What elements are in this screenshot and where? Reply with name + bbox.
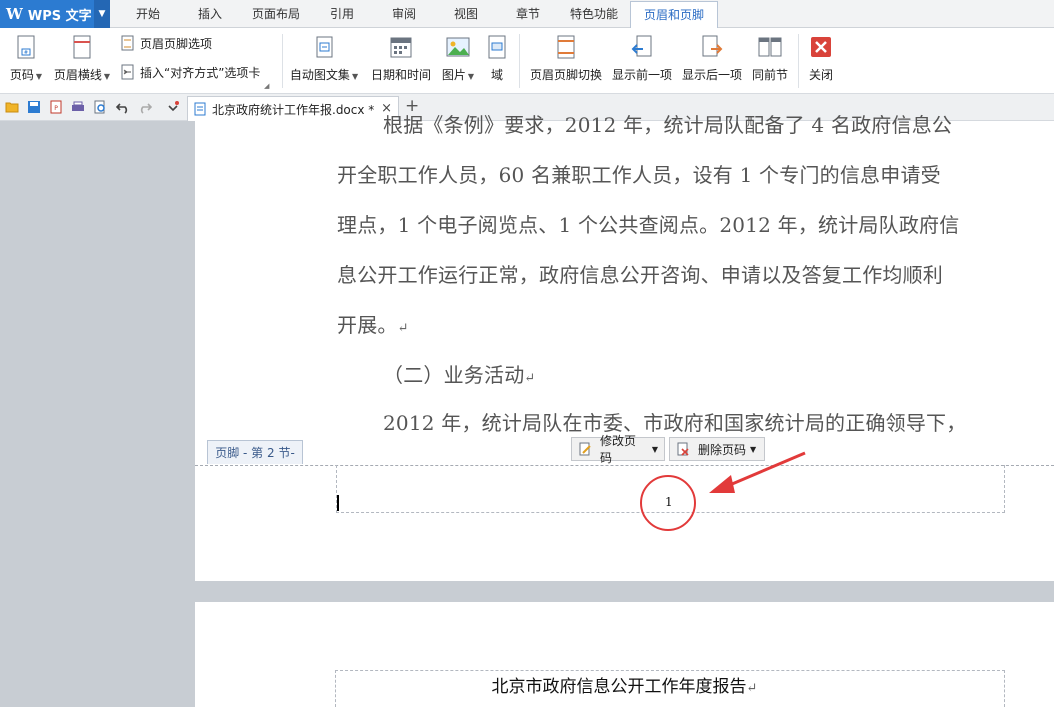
calendar-icon bbox=[390, 37, 412, 58]
switch-header-footer-button[interactable]: 页眉页脚切换 bbox=[528, 32, 604, 90]
ribbon-divider bbox=[282, 34, 283, 88]
next-icon bbox=[702, 35, 723, 57]
paragraph-line[interactable]: 开全职工作人员，60 名兼职工作人员，设有 1 个专门的信息申请受 bbox=[337, 159, 941, 188]
document-icon bbox=[194, 102, 206, 116]
switch-header-footer-icon bbox=[557, 35, 575, 59]
show-previous-button[interactable]: 显示前一项 bbox=[610, 32, 674, 90]
hf-options-label: 页眉页脚选项 bbox=[140, 36, 213, 51]
tab-home[interactable]: 开始 bbox=[122, 0, 174, 28]
print-preview-icon[interactable] bbox=[93, 100, 107, 114]
modify-page-number-label: 修改页码 bbox=[599, 434, 636, 465]
edit-icon bbox=[579, 442, 591, 456]
app-name: WPS 文字 bbox=[27, 8, 92, 24]
header-line-button[interactable]: 页眉横线 ▼ bbox=[52, 32, 112, 90]
tab-page-layout[interactable]: 页面布局 bbox=[244, 0, 308, 28]
hf-options-button[interactable]: 页眉页脚选项 bbox=[120, 33, 212, 53]
same-as-previous-button[interactable]: 同前节 bbox=[750, 32, 790, 90]
document-page: 北京市政府信息公开工作年度报告↵ bbox=[195, 602, 1054, 707]
export-pdf-icon[interactable]: P bbox=[49, 100, 63, 114]
insert-align-tab-button[interactable]: 插入“对齐方式”选项卡 bbox=[120, 62, 260, 82]
highlight-arrow-icon bbox=[709, 451, 806, 493]
paragraph-line[interactable]: 根据《条例》要求，2012 年，统计局队配备了 4 名政府信息公 bbox=[383, 109, 952, 138]
wps-logo-icon: W bbox=[6, 5, 23, 23]
paragraph-mark: ↵ bbox=[397, 321, 409, 336]
autotext-button[interactable]: 自动图文集 ▼ bbox=[290, 32, 358, 90]
text-cursor bbox=[337, 495, 339, 511]
redo-icon[interactable] bbox=[138, 100, 152, 114]
insert-align-icon bbox=[121, 64, 134, 80]
header-line-icon bbox=[73, 35, 91, 59]
close-icon bbox=[811, 37, 831, 57]
tab-special[interactable]: 特色功能 bbox=[562, 0, 626, 28]
app-menu-button[interactable]: W WPS 文字 ▼ bbox=[0, 0, 110, 28]
document-page: 根据《条例》要求，2012 年，统计局队配备了 4 名政府信息公 开全职工作人员… bbox=[195, 113, 1054, 581]
paragraph-line[interactable]: 理点，1 个电子阅览点、1 个公共查阅点。2012 年，统计局队政府信 bbox=[337, 209, 959, 238]
chevron-down-icon[interactable]: ▼ bbox=[94, 0, 110, 28]
print-icon[interactable] bbox=[71, 100, 85, 114]
autotext-icon bbox=[316, 36, 333, 58]
dialog-launcher-icon[interactable]: ◢ bbox=[264, 82, 272, 90]
field-label: 域 bbox=[490, 68, 503, 82]
page-number-icon: # bbox=[17, 35, 35, 59]
autotext-label: 自动图文集 bbox=[289, 68, 350, 82]
insert-align-tab-label: 插入“对齐方式”选项卡 bbox=[140, 65, 261, 80]
tab-review[interactable]: 审阅 bbox=[380, 0, 428, 28]
ribbon-divider bbox=[798, 34, 799, 88]
svg-text:P: P bbox=[54, 105, 58, 112]
show-previous-label: 显示前一项 bbox=[611, 68, 672, 82]
date-time-button[interactable]: 日期和时间 bbox=[370, 32, 432, 90]
modify-page-number-button[interactable]: 修改页码 ▼ bbox=[571, 434, 665, 465]
paragraph-mark: ↵ bbox=[524, 371, 536, 386]
switch-header-footer-label: 页眉页脚切换 bbox=[529, 68, 602, 82]
tab-view[interactable]: 视图 bbox=[442, 0, 490, 28]
tab-references[interactable]: 引用 bbox=[318, 0, 366, 28]
page-number-button[interactable]: # 页码 ▼ bbox=[6, 32, 46, 90]
close-button[interactable]: 关闭 bbox=[804, 32, 838, 90]
date-time-label: 日期和时间 bbox=[370, 68, 431, 82]
document-tab-title: 北京政府统计工作年报.docx * bbox=[212, 102, 375, 117]
menu-bar: W WPS 文字 ▼ 开始 插入 页面布局 引用 审阅 视图 章节 特色功能 页… bbox=[0, 0, 1054, 29]
paragraph-mark: ↵ bbox=[746, 681, 758, 696]
section-heading[interactable]: （二）业务活动↵ bbox=[383, 359, 536, 388]
undo-icon[interactable] bbox=[116, 100, 130, 114]
field-icon bbox=[488, 35, 506, 59]
footer-section-tag: 页脚 - 第 2 节- bbox=[207, 440, 303, 464]
svg-text:#: # bbox=[24, 50, 28, 56]
picture-button[interactable]: 图片 ▼ bbox=[440, 32, 476, 90]
picture-icon bbox=[446, 37, 470, 57]
header-text[interactable]: 北京市政府信息公开工作年度报告↵ bbox=[195, 672, 1054, 697]
document-tab[interactable]: 北京政府统计工作年报.docx * × bbox=[187, 96, 399, 121]
open-folder-icon[interactable] bbox=[5, 100, 19, 114]
tab-header-footer[interactable]: 页眉和页脚 bbox=[630, 1, 718, 29]
same-as-previous-icon bbox=[758, 37, 782, 57]
page-number-label: 页码 bbox=[9, 68, 34, 82]
picture-label: 图片 bbox=[441, 68, 466, 82]
customize-toolbar-icon[interactable] bbox=[166, 100, 180, 114]
delete-icon bbox=[677, 442, 689, 456]
header-line-label: 页眉横线 bbox=[53, 68, 102, 82]
tab-chapter[interactable]: 章节 bbox=[504, 0, 552, 28]
hf-options-icon bbox=[121, 35, 134, 51]
field-button[interactable]: 域 bbox=[484, 32, 510, 90]
close-label: 关闭 bbox=[808, 68, 833, 82]
save-icon[interactable] bbox=[27, 100, 41, 114]
paragraph-line[interactable]: 2012 年，统计局队在市委、市政府和国家统计局的正确领导下， bbox=[383, 407, 966, 436]
ribbon: # 页码 ▼ 页眉横线 ▼ 页眉页脚选项 插入“对齐方式”选项卡 ◢ 自动图文集 ▼ … bbox=[0, 28, 1054, 94]
show-next-button[interactable]: 显示后一项 bbox=[680, 32, 744, 90]
tab-insert[interactable]: 插入 bbox=[184, 0, 236, 28]
ribbon-divider bbox=[519, 34, 520, 88]
paragraph-line[interactable]: 开展。↵ bbox=[337, 309, 409, 338]
same-as-previous-label: 同前节 bbox=[751, 68, 788, 82]
paragraph-line[interactable]: 息公开工作运行正常，政府信息公开咨询、申请以及答复工作均顺利 bbox=[337, 259, 943, 288]
highlight-circle bbox=[640, 475, 696, 531]
show-next-label: 显示后一项 bbox=[681, 68, 742, 82]
previous-icon bbox=[631, 35, 652, 57]
